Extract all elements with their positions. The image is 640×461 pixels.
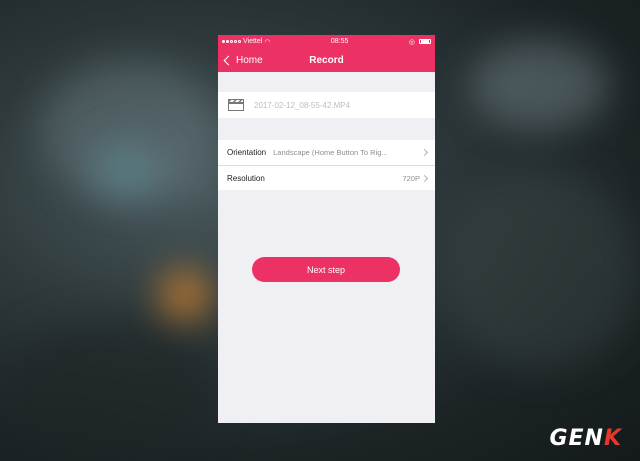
battery-icon [419,39,431,44]
chevron-right-icon [420,148,429,157]
navigation-bar: Home Record [218,48,435,72]
background-blur [440,170,640,370]
status-time: 08:55 [330,38,349,45]
wifi-icon: ◠ [264,38,271,46]
back-button[interactable]: Home [222,48,263,72]
settings-list: Orientation Landscape (Home Button To Ri… [218,140,435,190]
file-name: 2017-02-12_08-55-42.MP4 [254,100,351,110]
status-bar: Viettel ◠ 08:55 ◎ [218,35,435,48]
carrier-label: Viettel [243,38,263,45]
next-step-button[interactable]: Next step [252,257,400,282]
background-blur [90,140,160,200]
orientation-label: Orientation [227,148,267,157]
status-left: Viettel ◠ [222,38,270,46]
back-button-label: Home [236,54,263,66]
chevron-right-icon [420,174,429,183]
rotation-lock-icon: ◎ [408,38,415,46]
file-name-row[interactable]: 2017-02-12_08-55-42.MP4 [218,92,435,118]
background-blur [470,40,610,130]
orientation-value: Landscape (Home Button To Rig... [273,148,388,157]
chevron-left-icon [223,55,234,65]
phone-screen: Viettel ◠ 08:55 ◎ Home Record 2017-02-12… [218,35,435,423]
genk-logo: GENK [549,426,622,451]
resolution-value: 720P [402,173,420,183]
status-right: ◎ [409,38,431,46]
background-blur [0,320,220,460]
background-light [160,270,210,320]
signal-icon [222,40,241,43]
resolution-row[interactable]: Resolution 720P [218,165,435,190]
page-title: Record [309,54,344,66]
orientation-row[interactable]: Orientation Landscape (Home Button To Ri… [218,140,435,165]
resolution-label: Resolution [227,173,265,183]
clapperboard-icon [228,99,244,111]
